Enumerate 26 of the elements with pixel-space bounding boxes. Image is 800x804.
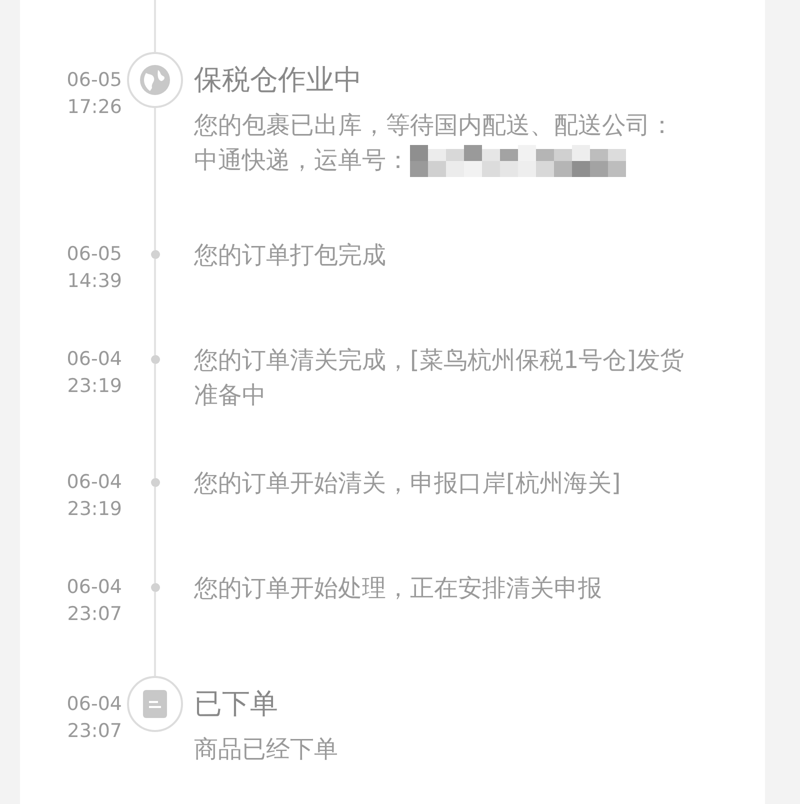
timeline-dot	[150, 478, 160, 487]
event-time: 23:07	[67, 719, 122, 744]
event-time: 23:19	[67, 374, 122, 399]
event-date: 06-04	[66, 692, 122, 717]
event-date: 06-04	[66, 470, 122, 495]
event-time: 17:26	[67, 95, 122, 120]
event-description: 您的订单清关完成，[菜鸟杭州保税1号仓]发货准备中	[194, 346, 684, 409]
event-time: 23:07	[67, 602, 122, 627]
event-description: 您的包裹已出库，等待国内配送、配送公司：中通快递，运单号：	[194, 111, 674, 174]
event-title: 保税仓作业中	[194, 62, 363, 98]
event-date: 06-04	[66, 575, 122, 600]
event-date: 06-05	[66, 242, 122, 267]
document-icon	[143, 690, 167, 718]
event-date: 06-04	[66, 347, 122, 372]
timeline-dot	[150, 355, 160, 364]
timeline-dot	[150, 583, 160, 592]
event-time: 14:39	[67, 269, 122, 294]
timeline-dot	[150, 250, 160, 259]
event-description: 您的订单开始处理，正在安排清关申报	[194, 574, 602, 602]
event-time: 23:19	[67, 497, 122, 522]
globe-icon	[140, 65, 170, 95]
event-title: 已下单	[194, 686, 279, 722]
event-description: 您的订单开始清关，申报口岸[杭州海关]	[194, 469, 621, 497]
event-description: 您的订单打包完成	[194, 241, 386, 269]
event-date: 06-05	[66, 68, 122, 93]
event-description: 商品已经下单	[194, 735, 338, 763]
